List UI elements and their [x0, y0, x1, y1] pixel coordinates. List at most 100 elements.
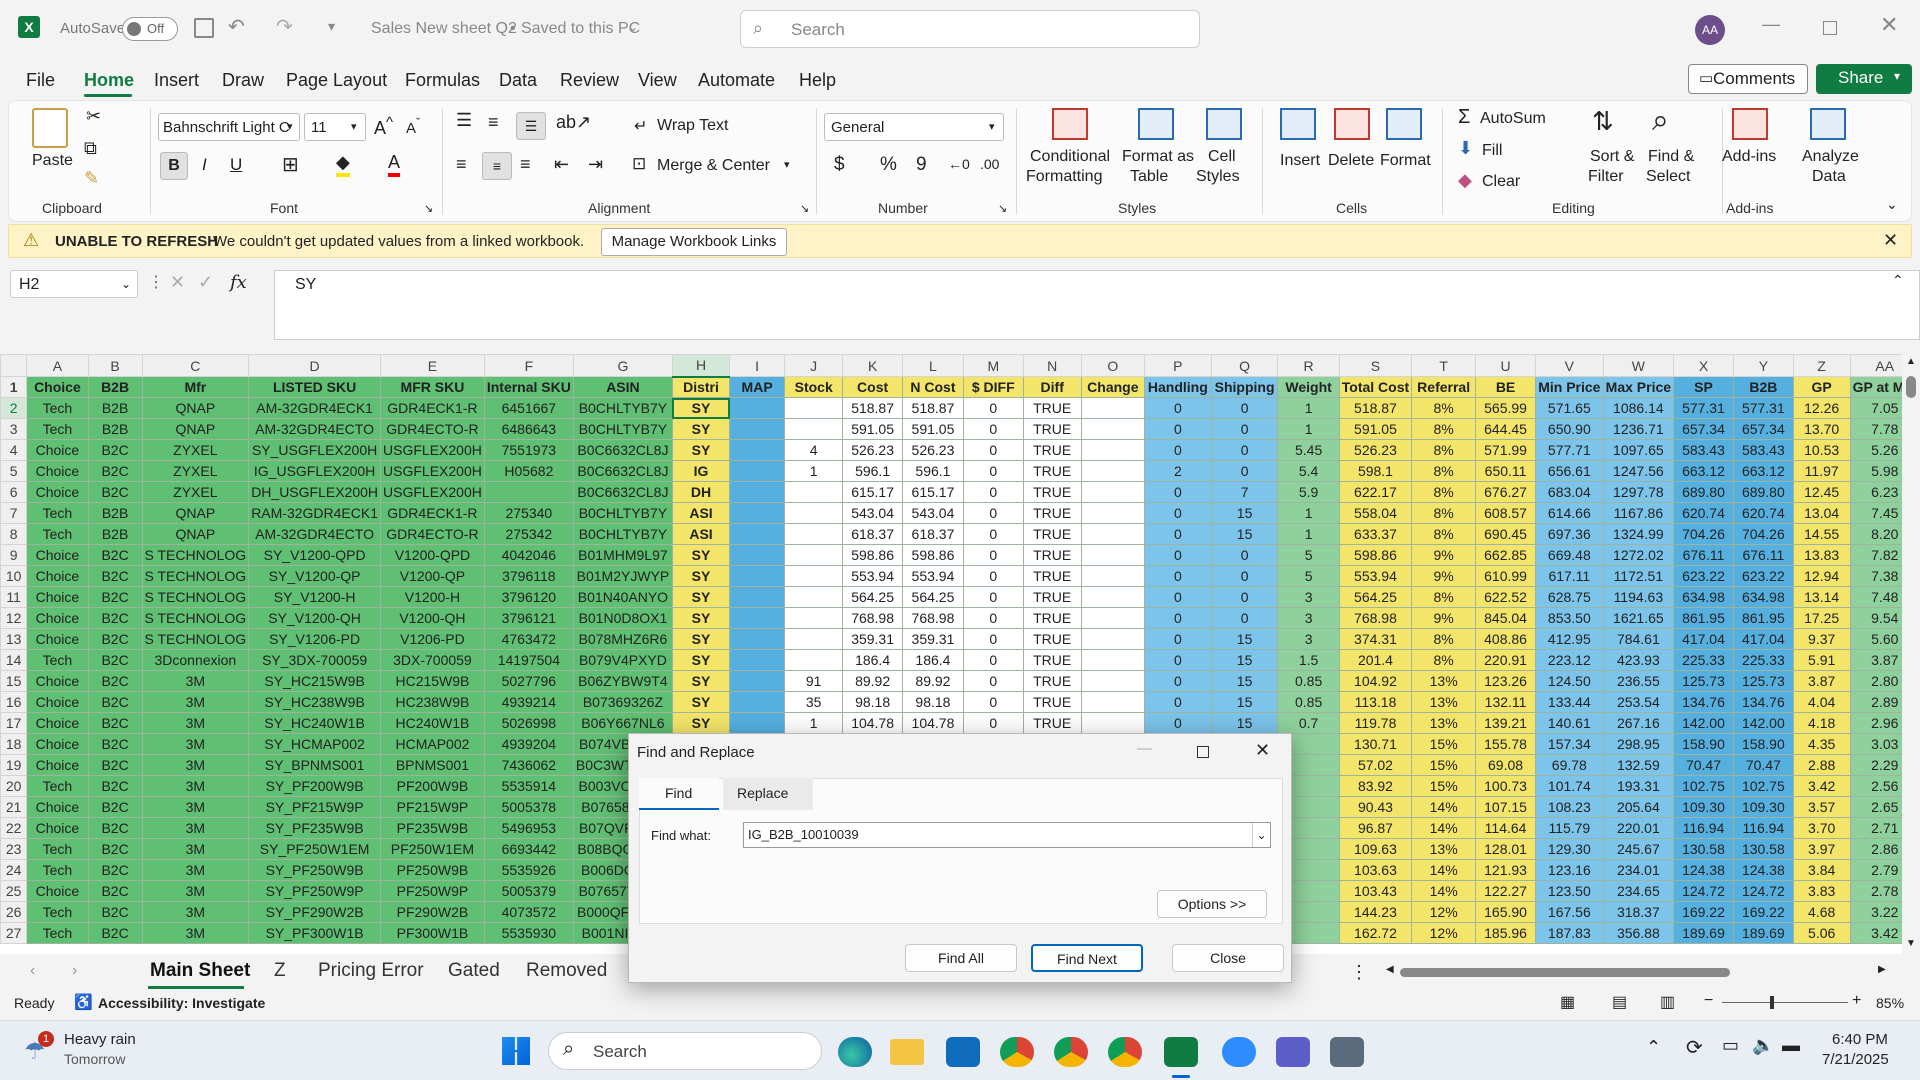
cell[interactable]: TRUE	[1022, 586, 1082, 608]
cell[interactable]: 3796118	[483, 565, 574, 587]
conditional-formatting-label-1[interactable]: Conditional	[1030, 148, 1110, 166]
cell[interactable]: S TECHNOLOG	[141, 607, 250, 629]
cell[interactable]: 620.74	[1673, 502, 1734, 524]
dialog-close-icon[interactable]: ✕	[1255, 740, 1270, 761]
cell[interactable]: Tech	[26, 838, 89, 860]
conditional-formatting-icon[interactable]	[1052, 108, 1088, 140]
copy-icon[interactable]: ⧉	[84, 138, 97, 159]
minimize-icon[interactable]: —	[1762, 14, 1780, 35]
cell[interactable]: B0C6632CL8J	[572, 460, 673, 482]
cell[interactable]: 6693442	[483, 838, 574, 860]
menu-formulas[interactable]: Formulas	[405, 70, 480, 91]
cell[interactable]: Tech	[26, 397, 89, 419]
teams-icon[interactable]	[1276, 1037, 1310, 1067]
cell[interactable]: B2C	[87, 880, 143, 902]
cell[interactable]: 564.25	[902, 586, 964, 608]
column-header[interactable]: B	[87, 354, 143, 377]
cell[interactable]	[1080, 586, 1145, 608]
cell[interactable]: B07369326Z	[572, 691, 673, 713]
cell[interactable]: 8%	[1411, 397, 1477, 419]
cell[interactable]: 0	[1210, 397, 1279, 419]
cell[interactable]: Tech	[26, 523, 89, 545]
cell[interactable]	[1080, 523, 1145, 545]
cell[interactable]: 615.17	[902, 481, 964, 503]
cell[interactable]: 134.76	[1673, 691, 1734, 713]
cell[interactable]: Tech	[26, 418, 89, 440]
find-select-label-2[interactable]: Select	[1646, 168, 1690, 186]
cell[interactable]: B2C	[87, 670, 143, 692]
cell[interactable]: 15	[1210, 523, 1279, 545]
cell[interactable]: BPNMS001	[380, 754, 485, 776]
cell[interactable]: TRUE	[1022, 649, 1082, 671]
cell[interactable]: 13%	[1411, 712, 1477, 734]
table-row[interactable]: 6 Choice B2C ZYXEL DH_USGFLEX200H USGFLEX200H…	[0, 481, 1920, 503]
row-header[interactable]: 7	[0, 502, 28, 524]
cell[interactable]: PF300W1B	[380, 922, 485, 944]
header-cell[interactable]: Distri	[671, 376, 731, 398]
cell[interactable]	[784, 565, 844, 587]
cell[interactable]	[1080, 502, 1145, 524]
cell[interactable]: 122.27	[1475, 880, 1536, 902]
cell[interactable]: 3	[1277, 628, 1340, 650]
cell[interactable]: 553.94	[902, 565, 964, 587]
cell[interactable]: 107.15	[1475, 796, 1536, 818]
cancel-entry-icon[interactable]: ✕	[170, 272, 185, 293]
cell[interactable]: 3	[1277, 586, 1340, 608]
table-row[interactable]: 15 Choice B2C 3M SY_HC215W9B HC215W9B 5027796 B…	[0, 670, 1920, 692]
cell[interactable]: HC240W1B	[380, 712, 485, 734]
cell[interactable]: SY_HC238W9B	[248, 691, 382, 713]
cell[interactable]: B2C	[87, 712, 143, 734]
cell[interactable]: SY	[671, 586, 731, 608]
row-header[interactable]: 20	[0, 775, 28, 797]
cell[interactable]: 3M	[141, 754, 250, 776]
cell[interactable]: HCMAP002	[380, 733, 485, 755]
cell[interactable]: 12%	[1411, 922, 1477, 944]
table-row[interactable]: 5 Choice B2C ZYXEL IG_USGFLEX200H USGFLEX200H…	[0, 460, 1920, 482]
cell[interactable]: 165.90	[1475, 901, 1536, 923]
cell[interactable]: 0	[1143, 523, 1212, 545]
cell[interactable]: 3.42	[1792, 775, 1851, 797]
cell[interactable]: 10.53	[1792, 439, 1851, 461]
cell[interactable]: 116.94	[1732, 817, 1794, 839]
redo-icon[interactable]: ↷	[276, 14, 293, 39]
cell[interactable]: B0C6632CL8J	[572, 481, 673, 503]
cell[interactable]: 0	[1143, 439, 1212, 461]
cell[interactable]: 12.45	[1792, 481, 1851, 503]
header-cell[interactable]: MAP	[729, 376, 786, 398]
cell[interactable]: 1	[1277, 397, 1340, 419]
cell[interactable]: 583.43	[1673, 439, 1734, 461]
cell[interactable]: 1097.65	[1602, 439, 1675, 461]
cell[interactable]: 2.88	[1792, 754, 1851, 776]
cell[interactable]: 656.61	[1534, 460, 1604, 482]
cell[interactable]: Choice	[26, 817, 89, 839]
page-break-view-icon[interactable]: ▥	[1660, 992, 1675, 1012]
cell[interactable]: SY_3DX-700059	[248, 649, 382, 671]
cell[interactable]: 634.98	[1673, 586, 1734, 608]
header-cell[interactable]: Min Price	[1534, 376, 1604, 398]
scroll-right-icon[interactable]: ▶	[1878, 964, 1886, 975]
cell[interactable]: 4.04	[1792, 691, 1851, 713]
zoom-icon[interactable]	[1222, 1037, 1256, 1067]
cell[interactable]: 3.97	[1792, 838, 1851, 860]
cell[interactable]: 201.4	[1338, 649, 1413, 671]
delete-cells-label[interactable]: Delete	[1328, 152, 1374, 170]
cell[interactable]: 1	[1277, 523, 1340, 545]
cell[interactable]: 2	[1143, 460, 1212, 482]
cell[interactable]: SY_PF250W9P	[248, 880, 382, 902]
cell[interactable]: AM-32GDR4ECTO	[248, 418, 382, 440]
fill-color-icon[interactable]: ◆	[336, 152, 350, 177]
cell[interactable]: 669.48	[1534, 544, 1604, 566]
cell[interactable]: 4763472	[483, 628, 574, 650]
cell[interactable]: 13%	[1411, 670, 1477, 692]
row-header[interactable]: 13	[0, 628, 28, 650]
cell[interactable]	[784, 544, 844, 566]
vertical-scroll-thumb[interactable]	[1906, 376, 1916, 398]
zoom-out-icon[interactable]: −	[1704, 992, 1713, 1010]
header-cell[interactable]: $ DIFF	[962, 376, 1024, 398]
cell[interactable]: 13.83	[1792, 544, 1851, 566]
header-cell[interactable]: MFR SKU	[380, 376, 485, 398]
sheet-tab-z[interactable]: Z	[274, 960, 286, 982]
table-row[interactable]: 11 Choice B2C S TECHNOLOG SY_V1200-H V1200-H 3…	[0, 586, 1920, 608]
cell[interactable]: 591.05	[1338, 418, 1413, 440]
row-header[interactable]: 17	[0, 712, 28, 734]
